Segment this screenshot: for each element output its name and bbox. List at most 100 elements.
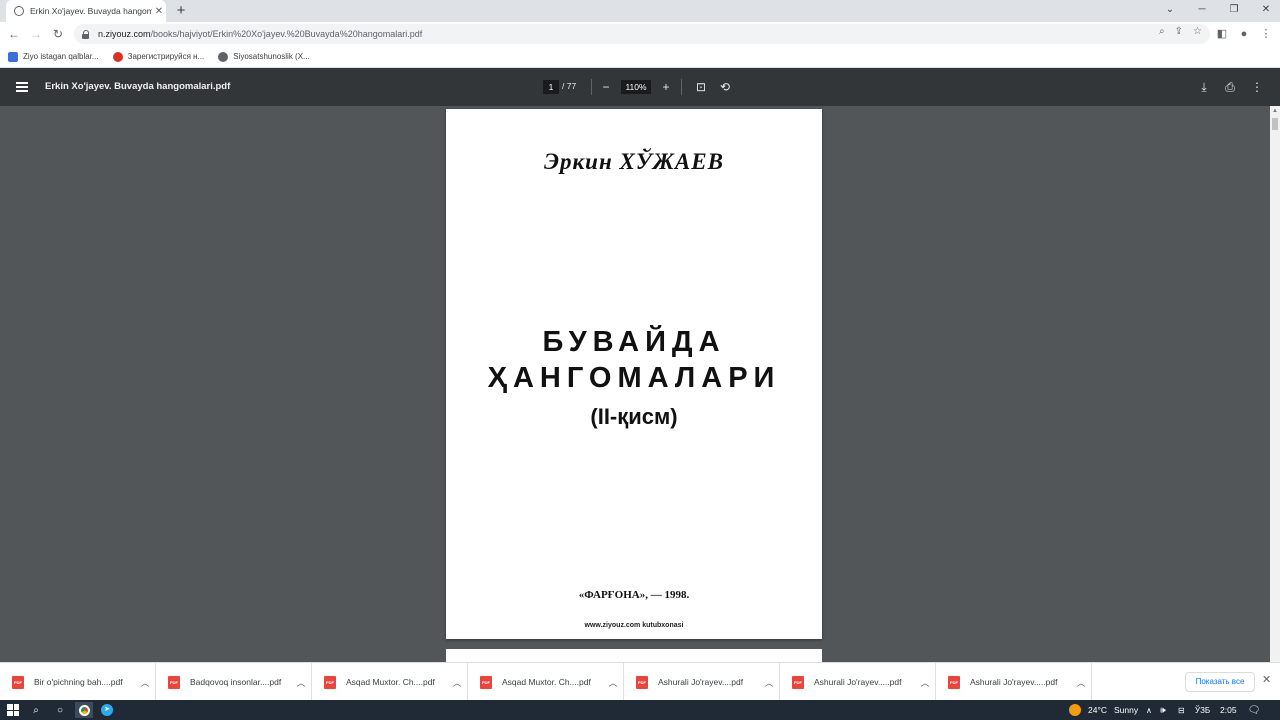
close-downloads-icon[interactable]: ✕ xyxy=(1262,673,1271,686)
weather-text[interactable]: Sunny xyxy=(1114,702,1138,718)
pdf-viewer[interactable]: Эркин ХЎЖАЕВ БУВАЙДА ҲАНГОМАЛАРИ (II-қис… xyxy=(0,106,1280,662)
profile-icon[interactable]: ● xyxy=(1235,25,1253,43)
chevron-up-icon[interactable]: ︿ xyxy=(447,676,467,689)
bookmark-favicon-icon xyxy=(112,51,123,62)
pdf-file-icon: PDF xyxy=(480,675,492,689)
download-item[interactable]: PDF Ashurali Jo'rayev.....pdf ︿ xyxy=(936,663,1092,701)
downloads-bar: PDF Bir o'pichning bah....pdf ︿ PDF Badqovo… xyxy=(0,662,1280,701)
scroll-thumb[interactable] xyxy=(1272,118,1278,130)
task-view-icon[interactable]: ○ xyxy=(52,702,68,718)
download-item[interactable]: PDF Bir o'pichning bah....pdf ︿ xyxy=(0,663,156,701)
download-item[interactable]: PDF Badqovoq insonlar....pdf ︿ xyxy=(156,663,312,701)
address-bar[interactable]: n.ziyouz.com/books/hajviyot/Erkin%20Xo'j… xyxy=(74,24,1210,44)
download-name: Bir o'pichning bah....pdf xyxy=(34,677,123,687)
language-indicator[interactable]: ЎЗБ xyxy=(1195,702,1210,718)
tab-title: Erkin Xo'jayev. Buvayda hangoma xyxy=(30,6,152,16)
book-title: БУВАЙДА ҲАНГОМАЛАРИ xyxy=(446,324,822,396)
download-item[interactable]: PDF Ashurali Jo'rayev.....pdf ︿ xyxy=(780,663,936,701)
back-icon[interactable]: ← xyxy=(5,25,23,43)
url-path: /books/hajviyot/Erkin%20Xo'jayev.%20Buva… xyxy=(150,29,423,39)
clock[interactable]: 2:05 xyxy=(1220,702,1237,718)
site-reference: www.ziyouz.com kutubxonasi xyxy=(584,622,684,629)
zoom-out-button[interactable]: − xyxy=(597,78,615,96)
print-icon[interactable]: ⎙ xyxy=(1221,78,1239,96)
page-number-input[interactable]: 1 xyxy=(543,80,559,94)
rotate-icon[interactable]: ⟲ xyxy=(716,78,734,96)
fit-page-icon[interactable]: ⊡ xyxy=(692,78,710,96)
new-tab-button[interactable]: + xyxy=(172,2,190,20)
zoom-input[interactable]: 110% xyxy=(621,80,651,94)
divider xyxy=(681,79,682,95)
pdf-file-icon: PDF xyxy=(12,675,24,689)
chevron-up-icon[interactable]: ︿ xyxy=(291,676,311,689)
bookmark-favicon-icon xyxy=(218,51,229,62)
menu-hamburger-icon[interactable] xyxy=(16,82,28,92)
restore-icon[interactable]: ❐ xyxy=(1218,0,1250,22)
url-host: n.ziyouz.com xyxy=(98,29,151,39)
bookmark-item[interactable]: Siyosatshunoslik (X... xyxy=(218,51,310,62)
close-tab-icon[interactable]: ✕ xyxy=(152,6,166,17)
scroll-up-icon[interactable]: ▲ xyxy=(1270,106,1280,116)
tray-chevron-icon[interactable]: ∧ xyxy=(1146,702,1152,718)
notifications-icon[interactable]: 🗨 xyxy=(1247,702,1261,718)
telegram-icon[interactable]: ➤ xyxy=(98,702,116,718)
bookmark-label: Ziyo istagan qalblar... xyxy=(23,52,99,61)
author-name: Эркин ХЎЖАЕВ xyxy=(544,149,724,174)
minimize-icon[interactable]: ─ xyxy=(1186,0,1218,22)
more-options-icon[interactable]: ⋮ xyxy=(1248,78,1266,96)
download-item[interactable]: PDF Asqad Muxtor. Ch....pdf ︿ xyxy=(312,663,468,701)
download-item[interactable]: PDF Ashurali Jo'rayev....pdf ︿ xyxy=(624,663,780,701)
forward-icon[interactable]: → xyxy=(27,25,45,43)
reload-icon[interactable]: ↻ xyxy=(49,25,67,43)
chevron-up-icon[interactable]: ︿ xyxy=(915,676,935,689)
book-part: (II-қисм) xyxy=(590,404,678,429)
network-icon[interactable]: ⊟ xyxy=(1178,702,1185,718)
omnibox-actions: ⌕ ⇪ ☆ xyxy=(1159,26,1202,37)
bookmark-star-icon[interactable]: ☆ xyxy=(1193,26,1202,37)
download-item[interactable]: PDF Asqad Muxtor. Ch....pdf ︿ xyxy=(468,663,624,701)
scrollbar[interactable]: ▲ xyxy=(1270,106,1280,662)
browser-tab[interactable]: Erkin Xo'jayev. Buvayda hangoma ✕ xyxy=(6,0,166,22)
bookmark-item[interactable]: Зарегистрируйся н... xyxy=(112,51,205,62)
chevron-up-icon[interactable]: ︿ xyxy=(1071,676,1091,689)
window-buttons: ─ ❐ ✕ xyxy=(1186,0,1280,22)
download-name: Ashurali Jo'rayev....pdf xyxy=(658,677,744,687)
windows-start-icon[interactable] xyxy=(6,702,20,718)
page-total: / 77 xyxy=(562,81,577,91)
weather-sun-icon xyxy=(1068,702,1082,718)
pdf-toolbar: Erkin Xo'jayev. Buvayda hangomalari.pdf … xyxy=(0,68,1280,106)
close-window-icon[interactable]: ✕ xyxy=(1250,0,1280,22)
show-all-button[interactable]: Показать все xyxy=(1185,672,1255,692)
volume-icon[interactable]: 🕪 xyxy=(1160,702,1166,718)
download-name: Ashurali Jo'rayev.....pdf xyxy=(814,677,902,687)
side-panel-icon[interactable]: ◧ xyxy=(1213,25,1231,43)
search-icon[interactable]: ⌕ xyxy=(28,702,44,718)
chevron-up-icon[interactable]: ︿ xyxy=(603,676,623,689)
pdf-next-page xyxy=(446,649,822,662)
pdf-file-icon: PDF xyxy=(168,675,180,689)
download-name: Ashurali Jo'rayev.....pdf xyxy=(970,677,1058,687)
temperature[interactable]: 24°C xyxy=(1088,702,1107,718)
chevron-up-icon[interactable]: ︿ xyxy=(135,676,155,689)
download-name: Badqovoq insonlar....pdf xyxy=(190,677,282,687)
share-icon[interactable]: ⇪ xyxy=(1175,26,1183,37)
menu-icon[interactable]: ⋮ xyxy=(1257,25,1275,43)
taskbar: ⌕ ○ ➤ 24°C Sunny ∧ 🕪 ⊟ ЎЗБ 2:05 🗨 xyxy=(0,700,1280,720)
zoom-icon[interactable]: ⌕ xyxy=(1159,26,1165,37)
pdf-title: Erkin Xo'jayev. Buvayda hangomalari.pdf xyxy=(45,81,231,92)
pdf-file-icon: PDF xyxy=(792,675,804,689)
pdf-page: Эркин ХЎЖАЕВ БУВАЙДА ҲАНГОМАЛАРИ (II-қис… xyxy=(446,109,822,639)
url-text[interactable]: n.ziyouz.com/books/hajviyot/Erkin%20Xo'j… xyxy=(98,29,422,39)
bookmark-label: Зарегистрируйся н... xyxy=(127,52,205,61)
window-controls: ⌄ xyxy=(1154,0,1186,22)
download-name: Asqad Muxtor. Ch....pdf xyxy=(346,677,435,687)
pdf-file-icon: PDF xyxy=(948,675,960,689)
chrome-icon[interactable] xyxy=(75,702,93,718)
bookmark-item[interactable]: Ziyo istagan qalblar... xyxy=(8,51,99,62)
chevron-up-icon[interactable]: ︿ xyxy=(759,676,779,689)
zoom-in-button[interactable]: + xyxy=(657,78,675,96)
download-icon[interactable]: ⤓ xyxy=(1195,78,1213,96)
book-title-line: БУВАЙДА xyxy=(542,326,726,358)
book-title-line: ҲАНГОМАЛАРИ xyxy=(487,362,781,394)
tab-search-icon[interactable]: ⌄ xyxy=(1154,0,1186,22)
